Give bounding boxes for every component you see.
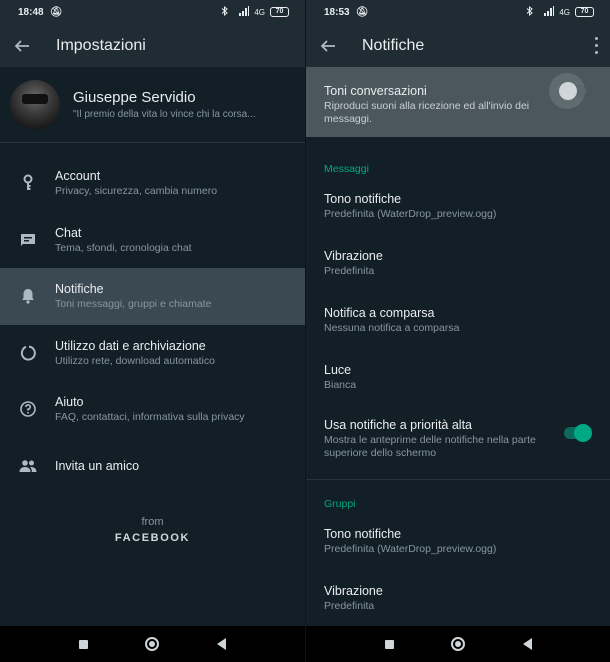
signal-type: 4G: [254, 7, 265, 17]
gruppi-vibrazione-row[interactable]: Vibrazione Predefinita: [306, 584, 610, 613]
setting-title: Luce: [324, 363, 352, 377]
system-nav-bar: [0, 626, 305, 662]
clock: 18:48: [18, 6, 44, 18]
system-nav-bar: [306, 626, 610, 662]
signal-type: 4G: [559, 7, 570, 17]
settings-item-notifiche[interactable]: Notifiche Toni messaggi, gruppi e chiama…: [0, 268, 305, 325]
setting-title: Usa notifiche a priorità alta: [324, 418, 472, 432]
setting-value: Predefinita (WaterDrop_preview.ogg): [324, 543, 497, 555]
setting-value: Predefinita: [324, 265, 375, 277]
people-icon: [19, 457, 37, 475]
data-usage-icon: [19, 344, 37, 362]
section-header-messaggi: Messaggi: [324, 163, 369, 175]
screens: 18:48 🔕︎ 4G 70 Impostazioni Giuseppe Ser…: [0, 0, 610, 662]
profile-row[interactable]: Giuseppe Servidio "Il premio della vita …: [0, 67, 305, 143]
settings-item-invita[interactable]: Invita un amico: [0, 438, 305, 495]
bell-off-icon: 🔕︎: [355, 6, 369, 18]
bell-off-icon: 🔕︎: [49, 6, 63, 18]
toni-conversazioni-toggle[interactable]: [559, 82, 586, 100]
status-bar: 18:53 🔕︎ 4G 70: [306, 0, 610, 24]
setting-title: Notifica a comparsa: [324, 306, 435, 320]
messaggi-priorita-row[interactable]: Usa notifiche a priorità alta Mostra le …: [306, 418, 610, 460]
setting-title: Tono notifiche: [324, 527, 402, 541]
section-divider: [306, 479, 610, 480]
settings-item-subtitle: Privacy, sicurezza, cambia numero: [55, 185, 218, 198]
battery-icon: 70: [575, 7, 594, 17]
settings-item-subtitle: FAQ, contattaci, informativa sulla priva…: [55, 411, 245, 424]
footer-from-label: from: [141, 516, 164, 528]
page-title: Impostazioni: [56, 36, 146, 54]
home-icon[interactable]: [451, 637, 466, 651]
settings-item-title: Chat: [55, 225, 82, 240]
setting-title: Vibrazione: [324, 584, 383, 598]
settings-item-aiuto[interactable]: Aiuto FAQ, contattaci, informativa sulla…: [0, 381, 305, 438]
settings-item-subtitle: Tema, sfondi, cronologia chat: [55, 241, 192, 254]
footer-brand: FACEBOOK: [114, 532, 191, 544]
settings-item-subtitle: Utilizzo rete, download automatico: [55, 354, 215, 367]
page-title: Notifiche: [362, 36, 425, 54]
bluetooth-icon: [221, 5, 229, 18]
settings-item-subtitle: Toni messaggi, gruppi e chiamate: [55, 298, 212, 311]
settings-item-chat[interactable]: Chat Tema, sfondi, cronologia chat: [0, 212, 305, 269]
status-bar: 18:48 🔕︎ 4G 70: [0, 0, 305, 24]
settings-item-title: Utilizzo dati e archiviazione: [55, 338, 206, 353]
back-icon[interactable]: [523, 638, 533, 650]
home-icon[interactable]: [145, 637, 160, 651]
back-arrow-icon[interactable]: [320, 38, 336, 54]
setting-title: Vibrazione: [324, 249, 383, 263]
setting-title: Tono notifiche: [324, 192, 402, 206]
settings-item-title: Invita un amico: [55, 458, 140, 473]
key-icon: [19, 174, 37, 192]
messaggi-luce-row[interactable]: Luce Bianca: [306, 363, 610, 392]
back-arrow-icon[interactable]: [14, 38, 30, 54]
toni-conversazioni-subtitle: Riproduci suoni alla ricezione ed all'in…: [324, 100, 530, 125]
chat-icon: [19, 231, 37, 249]
messaggi-tono-row[interactable]: Tono notifiche Predefinita (WaterDrop_pr…: [306, 192, 610, 221]
bluetooth-icon: [526, 5, 534, 18]
toni-conversazioni-row[interactable]: Toni conversazioni Riproduci suoni alla …: [306, 67, 610, 137]
overflow-menu-icon[interactable]: [594, 37, 598, 54]
messaggi-vibrazione-row[interactable]: Vibrazione Predefinita: [306, 249, 610, 278]
settings-menu: Account Privacy, sicurezza, cambia numer…: [0, 155, 305, 494]
app-bar: Notifiche: [306, 24, 610, 67]
setting-value: Predefinita (WaterDrop_preview.ogg): [324, 208, 497, 220]
setting-value: Mostra le anteprime delle notifiche nell…: [324, 434, 536, 459]
avatar[interactable]: [10, 79, 60, 130]
notifications-screen: 18:53 🔕︎ 4G 70 Notifiche Toni conversazi…: [305, 0, 610, 662]
priorita-toggle[interactable]: [564, 424, 592, 442]
signal-icon: [538, 6, 555, 18]
settings-item-title: Aiuto: [55, 395, 84, 410]
help-icon: [19, 400, 37, 418]
clock: 18:53: [324, 6, 350, 18]
settings-item-account[interactable]: Account Privacy, sicurezza, cambia numer…: [0, 155, 305, 212]
section-header-gruppi: Gruppi: [324, 498, 356, 510]
settings-item-title: Notifiche: [55, 282, 104, 297]
messaggi-popup-row[interactable]: Notifica a comparsa Nessuna notifica a c…: [306, 306, 610, 335]
gruppi-tono-row[interactable]: Tono notifiche Predefinita (WaterDrop_pr…: [306, 527, 610, 556]
bell-icon: [19, 287, 37, 305]
app-bar: Impostazioni: [0, 24, 305, 67]
recents-icon[interactable]: [78, 639, 88, 649]
setting-value: Nessuna notifica a comparsa: [324, 322, 460, 334]
setting-value: Bianca: [324, 379, 357, 391]
battery-icon: 70: [270, 7, 289, 17]
settings-item-title: Account: [55, 169, 101, 184]
recents-icon[interactable]: [384, 639, 394, 649]
setting-value: Predefinita: [324, 600, 375, 612]
profile-status: "Il premio della vita lo vince chi la co…: [73, 109, 256, 120]
settings-item-dati[interactable]: Utilizzo dati e archiviazione Utilizzo r…: [0, 325, 305, 382]
profile-name: Giuseppe Servidio: [73, 89, 196, 106]
back-icon[interactable]: [217, 638, 227, 650]
footer-from: from FACEBOOK: [0, 516, 305, 544]
signal-icon: [233, 6, 250, 18]
settings-screen: 18:48 🔕︎ 4G 70 Impostazioni Giuseppe Ser…: [0, 0, 305, 662]
